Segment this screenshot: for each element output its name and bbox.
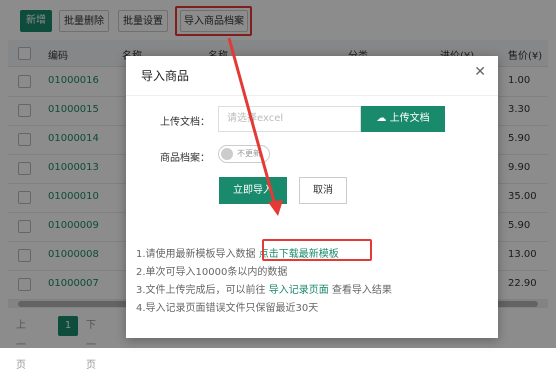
- arrow-head: [268, 200, 283, 216]
- arrow-line: [227, 37, 277, 206]
- arrow-annotation: [227, 37, 283, 216]
